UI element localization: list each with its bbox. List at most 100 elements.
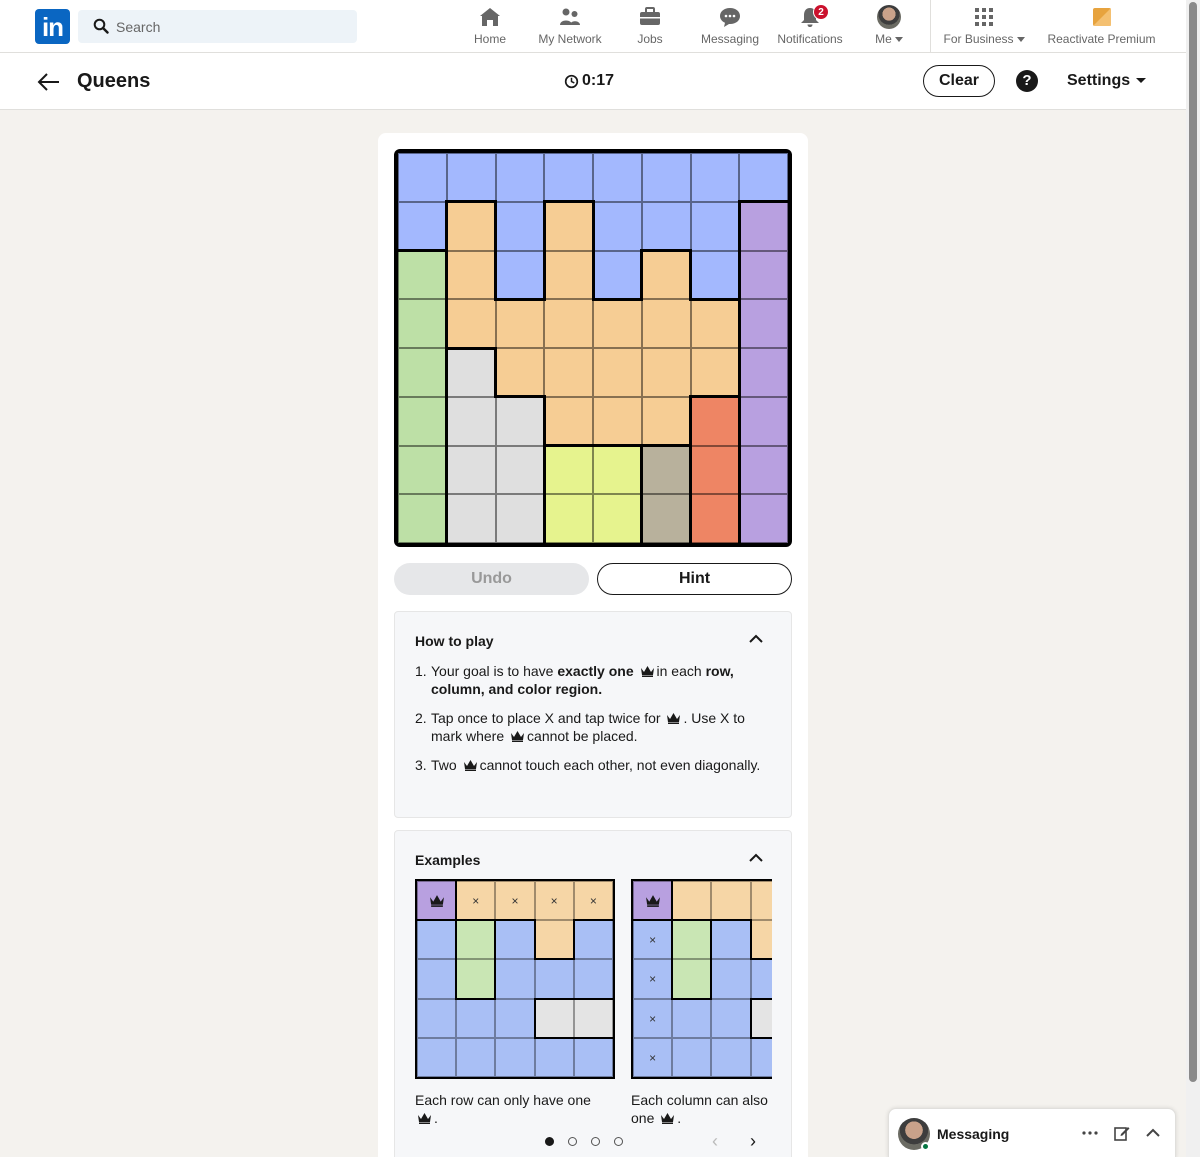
nav-my-network[interactable]: My Network xyxy=(530,4,610,50)
board-cell[interactable] xyxy=(641,201,691,251)
board-cell[interactable] xyxy=(641,153,691,202)
nav-notifications[interactable]: 2 Notifications xyxy=(771,4,849,50)
pagination-dot[interactable] xyxy=(614,1137,623,1146)
nav-messaging[interactable]: Messaging xyxy=(697,4,763,50)
more-options-icon[interactable] xyxy=(1081,1124,1099,1142)
examples-carousel[interactable]: × × × × Each row can only have one . × × × × E… xyxy=(415,879,772,1139)
board-cell[interactable] xyxy=(641,396,691,446)
carousel-prev-button[interactable]: ‹ xyxy=(712,1131,718,1152)
board-cell[interactable] xyxy=(495,396,545,446)
board-cell[interactable] xyxy=(593,445,642,495)
board-cell[interactable] xyxy=(544,201,593,251)
board-cell[interactable] xyxy=(495,201,545,251)
scrollbar-thumb[interactable] xyxy=(1189,2,1197,1082)
board-cell[interactable] xyxy=(495,348,545,397)
board-cell[interactable] xyxy=(739,348,788,397)
board-cell[interactable] xyxy=(446,445,496,495)
clear-button[interactable]: Clear xyxy=(923,65,995,97)
board-cell[interactable] xyxy=(544,494,593,543)
hint-button[interactable]: Hint xyxy=(597,563,792,595)
board-cell[interactable] xyxy=(446,396,496,446)
board-cell[interactable] xyxy=(446,153,496,202)
carousel-next-button[interactable]: › xyxy=(750,1131,756,1152)
board-cell[interactable] xyxy=(544,250,593,300)
board-cell[interactable] xyxy=(690,494,740,543)
back-arrow-icon[interactable] xyxy=(36,69,62,95)
board-cell[interactable] xyxy=(446,201,496,251)
board-cell[interactable] xyxy=(398,201,447,251)
board-cell[interactable] xyxy=(690,445,740,495)
chevron-up-icon[interactable] xyxy=(749,634,763,644)
board-cell[interactable] xyxy=(739,299,788,348)
settings-dropdown[interactable]: Settings xyxy=(1067,72,1147,90)
board-cell[interactable] xyxy=(593,299,642,348)
search-input[interactable] xyxy=(116,10,346,43)
board-cell[interactable] xyxy=(398,299,447,348)
board-cell[interactable] xyxy=(398,396,447,446)
board-cell[interactable] xyxy=(593,494,642,543)
board-cell[interactable] xyxy=(690,396,740,446)
chevron-up-icon[interactable] xyxy=(1144,1124,1162,1142)
board-cell[interactable] xyxy=(544,445,593,495)
example-cell xyxy=(711,920,751,960)
board-cell[interactable] xyxy=(398,153,447,202)
board-cell[interactable] xyxy=(690,250,740,300)
board-cell[interactable] xyxy=(593,396,642,446)
board-cell[interactable] xyxy=(398,494,447,543)
messaging-label: Messaging xyxy=(937,1126,1010,1142)
board-cell[interactable] xyxy=(690,201,740,251)
board-cell[interactable] xyxy=(690,153,740,202)
board-cell[interactable] xyxy=(495,250,545,300)
undo-button[interactable]: Undo xyxy=(394,563,589,595)
example-cell xyxy=(750,920,772,960)
board-cell[interactable] xyxy=(739,250,788,300)
board-cell[interactable] xyxy=(641,299,691,348)
board-cell[interactable] xyxy=(495,494,545,543)
nav-for-business[interactable]: For Business xyxy=(938,4,1030,50)
board-cell[interactable] xyxy=(690,348,740,397)
board-cell[interactable] xyxy=(446,299,496,348)
board-cell[interactable] xyxy=(398,348,447,397)
nav-home[interactable]: Home xyxy=(466,4,514,50)
board-cell[interactable] xyxy=(398,250,447,300)
board-cell[interactable] xyxy=(739,201,788,251)
board-cell[interactable] xyxy=(641,445,691,495)
messaging-overlay[interactable]: Messaging xyxy=(888,1108,1176,1157)
pagination-dot[interactable] xyxy=(591,1137,600,1146)
board-cell[interactable] xyxy=(739,494,788,543)
board-cell[interactable] xyxy=(739,396,788,446)
board-cell[interactable] xyxy=(544,153,593,202)
board-cell[interactable] xyxy=(690,299,740,348)
board-cell[interactable] xyxy=(544,348,593,397)
board-cell[interactable] xyxy=(641,250,691,300)
scrollbar[interactable] xyxy=(1186,0,1200,1157)
nav-me[interactable]: Me xyxy=(866,4,912,50)
board-cell[interactable] xyxy=(641,348,691,397)
board-cell[interactable] xyxy=(495,153,545,202)
board-cell[interactable] xyxy=(739,445,788,495)
nav-jobs[interactable]: Jobs xyxy=(626,4,674,50)
board-cell[interactable] xyxy=(495,299,545,348)
board-cell[interactable] xyxy=(446,250,496,300)
pagination-dot[interactable] xyxy=(568,1137,577,1146)
board-cell[interactable] xyxy=(398,445,447,495)
board-cell[interactable] xyxy=(544,299,593,348)
board-cell[interactable] xyxy=(446,348,496,397)
board-cell[interactable] xyxy=(593,250,642,300)
compose-icon[interactable] xyxy=(1113,1124,1131,1142)
chevron-up-icon[interactable] xyxy=(749,853,763,863)
board-cell[interactable] xyxy=(495,445,545,495)
example-region-border xyxy=(572,919,614,922)
board-cell[interactable] xyxy=(446,494,496,543)
nav-reactivate-premium[interactable]: Reactivate Premium xyxy=(1040,4,1163,50)
board-cell[interactable] xyxy=(593,153,642,202)
board-cell[interactable] xyxy=(641,494,691,543)
pagination-dot[interactable] xyxy=(545,1137,554,1146)
board-cell[interactable] xyxy=(739,153,788,202)
search-box[interactable] xyxy=(78,10,357,43)
board-cell[interactable] xyxy=(544,396,593,446)
board-cell[interactable] xyxy=(593,348,642,397)
board-cell[interactable] xyxy=(593,201,642,251)
help-icon[interactable]: ? xyxy=(1016,70,1038,92)
linkedin-logo[interactable]: in xyxy=(35,9,70,44)
